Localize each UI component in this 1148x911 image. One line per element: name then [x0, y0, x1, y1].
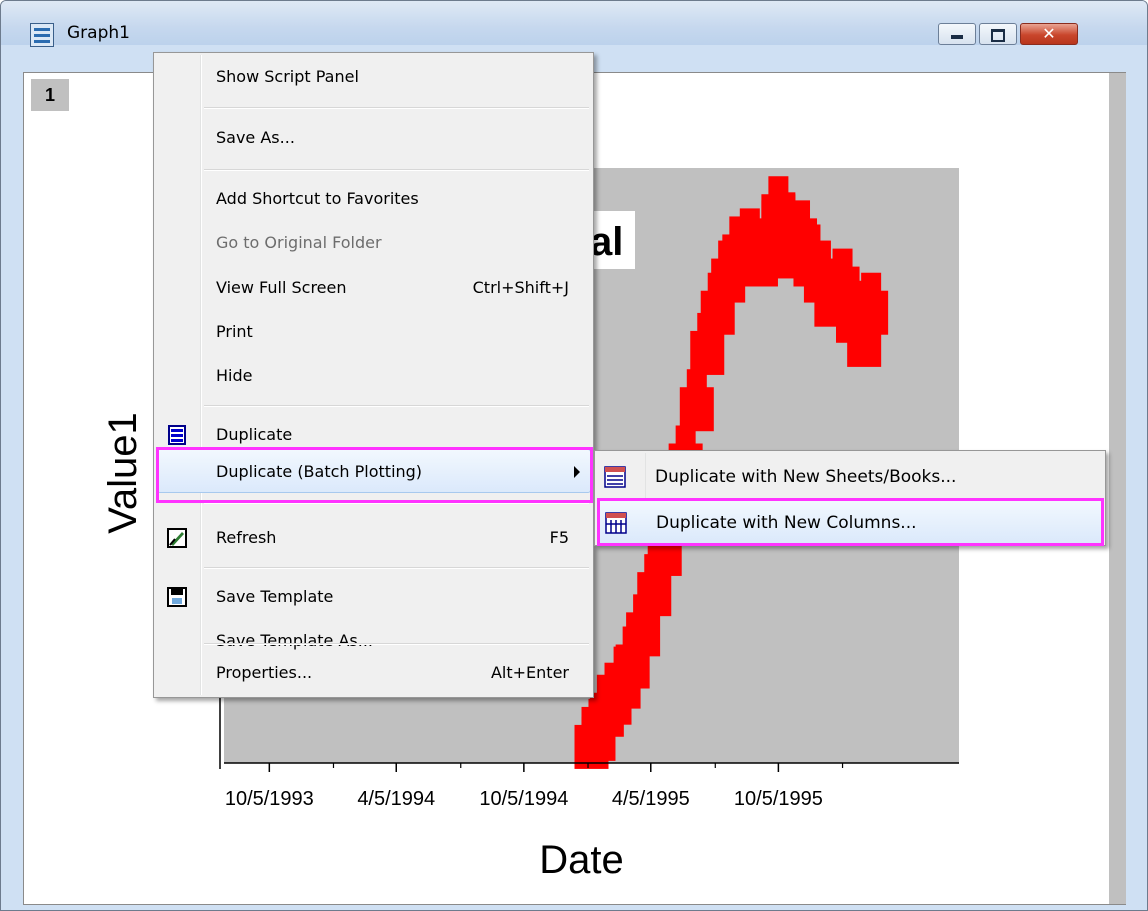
menu-item-print[interactable]: Print	[156, 310, 591, 354]
menu-item-go-to-original-folder: Go to Original Folder	[156, 221, 591, 265]
graph-window-icon[interactable]	[30, 23, 54, 47]
menu-item-label: Print	[216, 322, 253, 341]
menu-item-label: Hide	[216, 366, 253, 385]
x-axis-title: Date	[539, 838, 624, 882]
menu-item-label: Refresh	[216, 528, 277, 547]
x-tick-label: 10/5/1995	[734, 788, 823, 810]
x-tick-label: 10/5/1993	[225, 788, 314, 810]
menu-item-show-script-panel[interactable]: Show Script Panel	[156, 55, 591, 99]
close-icon: ✕	[1042, 24, 1056, 43]
menu-item-shortcut: Alt+Enter	[490, 663, 569, 682]
menu-item-label: Go to Original Folder	[216, 233, 382, 252]
duplicate-sheets-icon	[604, 466, 626, 488]
x-tick-label: 10/5/1994	[479, 788, 568, 810]
maximize-button[interactable]	[979, 23, 1017, 45]
menu-separator	[204, 405, 589, 407]
menu-separator	[204, 567, 589, 569]
menu-separator	[204, 643, 589, 645]
highlight-outline-batch-plotting	[156, 447, 593, 503]
x-tick-label: 4/5/1995	[612, 788, 690, 810]
title-bar[interactable]: Graph1 ✕	[1, 1, 1147, 47]
minimize-icon	[939, 24, 975, 44]
x-tick-label: 4/5/1994	[357, 788, 435, 810]
menu-item-label: Show Script Panel	[216, 67, 359, 86]
menu-item-label: Properties...	[216, 663, 313, 682]
data-point	[686, 369, 707, 410]
menu-item-label: Save As...	[216, 128, 295, 147]
chart-title-fragment: al	[590, 220, 623, 264]
data-point	[861, 272, 882, 313]
y-axis-title: Value1	[101, 412, 145, 534]
menu-item-shortcut: Ctrl+Shift+J	[472, 278, 569, 297]
menu-item-label: View Full Screen	[216, 278, 347, 297]
duplicate-icon	[168, 425, 186, 445]
window-title: Graph1	[67, 23, 130, 43]
menu-separator	[204, 107, 589, 109]
menu-item-hide[interactable]: Hide	[156, 354, 591, 398]
save-template-icon	[167, 587, 187, 607]
submenu-item-duplicate-new-sheets-books[interactable]: Duplicate with New Sheets/Books...	[597, 455, 1103, 499]
menu-item-save-as[interactable]: Save As...	[156, 116, 591, 160]
menu-item-view-full-screen[interactable]: View Full Screen Ctrl+Shift+J	[156, 266, 591, 310]
close-button[interactable]: ✕	[1020, 23, 1078, 45]
menu-separator	[204, 169, 589, 171]
context-menu: Show Script Panel Save As... Add Shortcu…	[153, 52, 594, 698]
menu-item-properties[interactable]: Properties... Alt+Enter	[156, 651, 591, 695]
menu-item-add-shortcut-to-favorites[interactable]: Add Shortcut to Favorites	[156, 177, 591, 221]
refresh-icon	[167, 528, 187, 548]
highlight-outline-new-columns	[597, 498, 1104, 546]
menu-item-save-template[interactable]: Save Template	[156, 575, 591, 619]
minimize-button[interactable]	[938, 23, 976, 45]
menu-item-shortcut: F5	[549, 528, 569, 547]
menu-item-label: Add Shortcut to Favorites	[216, 189, 419, 208]
menu-item-refresh[interactable]: Refresh F5	[156, 516, 591, 560]
menu-item-label: Save Template	[216, 587, 334, 606]
maximize-icon	[980, 24, 1016, 44]
vertical-scrollbar[interactable]	[1109, 73, 1126, 904]
submenu-item-label: Duplicate with New Sheets/Books...	[655, 467, 957, 487]
